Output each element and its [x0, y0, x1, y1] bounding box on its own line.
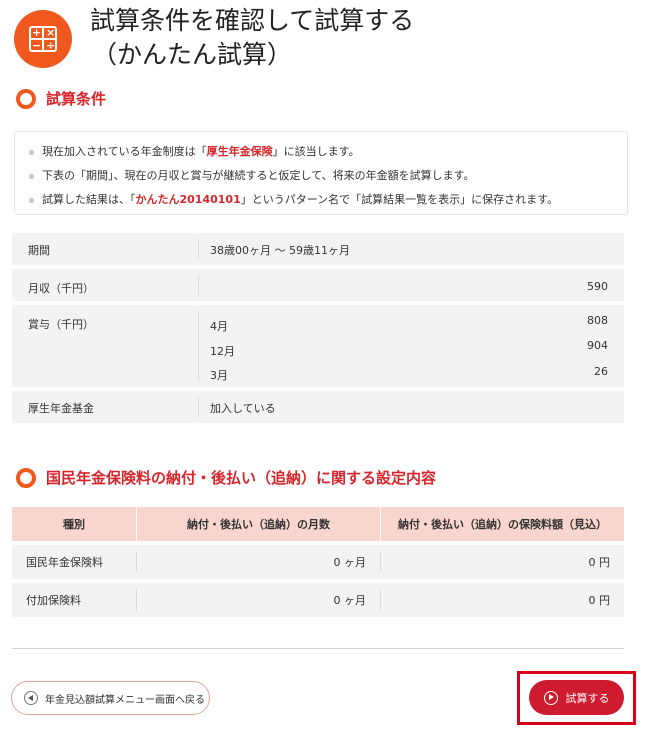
bonus-amount: 808	[587, 314, 608, 327]
table-row: 国民年金保険料 0 ヶ月 0 円	[12, 545, 624, 579]
column-header: 種別	[63, 518, 85, 531]
table-row: 厚生年金基金 加入している	[12, 391, 624, 423]
months-cell: 0 ヶ月	[136, 552, 380, 572]
bonus-month: 3月	[210, 369, 228, 382]
bonus-month: 12月	[210, 345, 235, 358]
ring-icon	[16, 467, 36, 488]
notes-box: 現在加入されている年金制度は「 厚生年金保険 」に該当します。 下表の「期間」、現在…	[14, 131, 628, 215]
back-to-menu-button[interactable]: 年金見込額試算メニュー画面へ戻る	[11, 681, 210, 715]
column-header: 納付・後払い（追納）の保険料額（見込）	[380, 507, 624, 541]
column-header: 納付・後払い（追納）の月数	[136, 507, 380, 541]
bonus-month: 4月	[210, 320, 228, 333]
calculate-button-label: 試算する	[565, 691, 610, 705]
section-heading-conditions: 試算条件	[16, 88, 106, 109]
amount-cell: 0 円	[380, 590, 624, 610]
bonus-label: 賞与（千円）	[28, 318, 94, 331]
period-label: 期間	[28, 244, 50, 257]
monthly-income-value: 590	[587, 280, 608, 293]
page-title: 試算条件を確認して試算する （かんたん試算）	[90, 4, 414, 72]
section-title: 試算条件	[46, 90, 107, 108]
calculate-button[interactable]: 試算する	[529, 680, 624, 715]
circle-arrow-left-icon	[24, 691, 38, 705]
page-title-line1: 試算条件を確認して試算する	[90, 6, 415, 35]
page-header: + × − ÷ 試算条件を確認して試算する （かんたん試算）	[14, 4, 414, 72]
play-circle-icon	[543, 690, 558, 705]
ring-icon	[16, 88, 36, 109]
amount-cell: 0 円	[380, 552, 624, 572]
section-heading-national-pension: 国民年金保険料の納付・後払い（追納）に関する設定内容	[16, 467, 436, 488]
national-pension-table: 種別 納付・後払い（追納）の月数 納付・後払い（追納）の保険料額（見込） 国民年…	[12, 507, 624, 617]
type-cell: 付加保険料	[26, 594, 81, 607]
note-item: 現在加入されている年金制度は「 厚生年金保険 」に該当します。	[29, 140, 627, 164]
divider	[12, 648, 624, 649]
pattern-name: かんたん20140101	[135, 193, 241, 206]
calculator-icon: + × − ÷	[14, 10, 72, 68]
table-row: 月収（千円） 590	[12, 269, 624, 301]
type-cell: 国民年金保険料	[26, 556, 103, 569]
page-title-line2: （かんたん試算）	[92, 40, 293, 69]
bonus-amount: 904	[587, 339, 608, 352]
pension-fund-label: 厚生年金基金	[28, 402, 94, 415]
bullet-icon	[29, 173, 34, 179]
note-item: 下表の「期間」、現在の月収と賞与が継続すると仮定して、将来の年金額を試算します。	[29, 164, 627, 188]
pension-fund-value: 加入している	[210, 402, 276, 415]
table-row: 賞与（千円） 4月 808 12月 904 3月 26	[12, 305, 624, 387]
bullet-icon	[29, 149, 34, 155]
bonus-amount: 26	[594, 365, 608, 378]
table-row: 付加保険料 0 ヶ月 0 円	[12, 583, 624, 617]
back-button-label: 年金見込額試算メニュー画面へ戻る	[45, 694, 205, 706]
note-item: 試算した結果は、「 かんたん20140101 」というパターン名で「試算結果一覧を表…	[29, 188, 627, 212]
pension-system-name: 厚生年金保険	[206, 145, 273, 158]
table-header: 種別 納付・後払い（追納）の月数 納付・後払い（追納）の保険料額（見込）	[12, 507, 624, 541]
conditions-table: 期間 38歳00ヶ月 ～ 59歳11ヶ月 月収（千円） 590 賞与（千円） 4…	[12, 233, 624, 427]
monthly-income-label: 月収（千円）	[28, 282, 94, 295]
section-title: 国民年金保険料の納付・後払い（追納）に関する設定内容	[46, 469, 437, 487]
months-cell: 0 ヶ月	[136, 590, 380, 610]
table-row: 期間 38歳00ヶ月 ～ 59歳11ヶ月	[12, 233, 624, 265]
bullet-icon	[29, 197, 34, 203]
period-value: 38歳00ヶ月 ～ 59歳11ヶ月	[210, 244, 350, 257]
